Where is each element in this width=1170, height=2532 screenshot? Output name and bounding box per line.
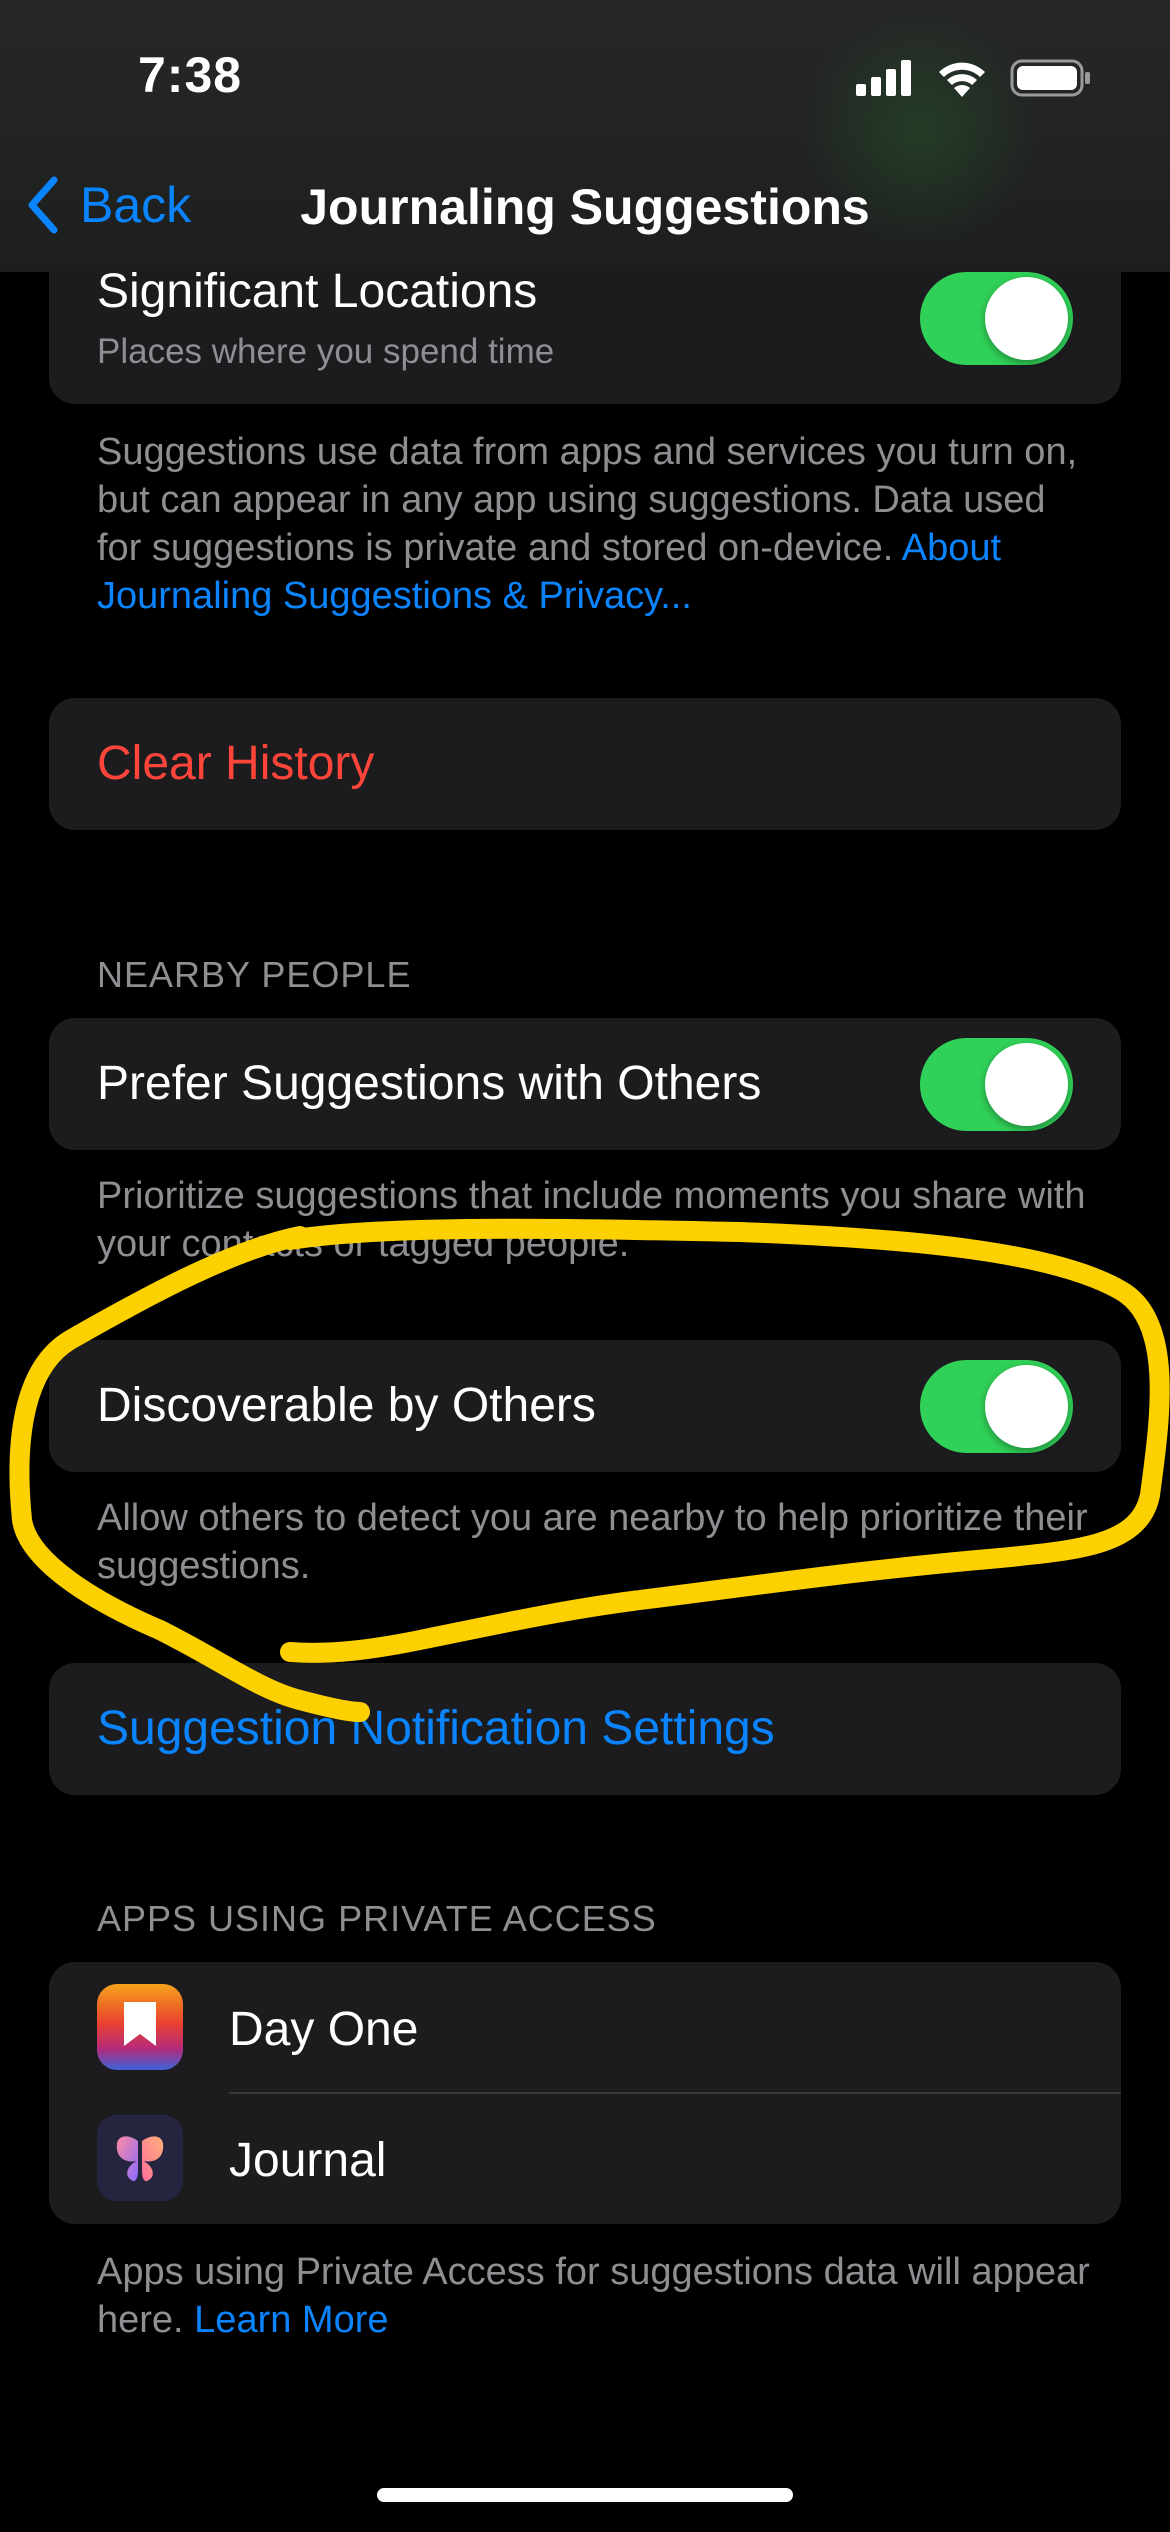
- privacy-footnote: Suggestions use data from apps and servi…: [97, 428, 1097, 620]
- status-time: 7:38: [138, 47, 243, 103]
- discoverable-toggle[interactable]: [920, 1360, 1073, 1453]
- notification-settings-button[interactable]: Suggestion Notification Settings: [49, 1663, 1121, 1795]
- private-access-list: Day One Journal: [49, 1962, 1121, 2224]
- navigation-bar: 7:38 Back Journaling Suggestions: [0, 0, 1170, 272]
- prefer-suggestions-row[interactable]: Prefer Suggestions with Others: [49, 1018, 1121, 1150]
- prefer-suggestions-toggle[interactable]: [920, 1038, 1073, 1131]
- journal-label: Journal: [229, 2134, 387, 2187]
- private-access-footnote: Apps using Private Access for suggestion…: [97, 2248, 1097, 2344]
- clear-history-button[interactable]: Clear History: [49, 698, 1121, 830]
- journal-butterfly-icon: [97, 2115, 183, 2201]
- cellular-signal-icon: [856, 60, 911, 96]
- app-row-journal[interactable]: Journal: [49, 2093, 1121, 2224]
- home-indicator[interactable]: [377, 2488, 793, 2502]
- nearby-people-header: NEARBY PEOPLE: [97, 954, 412, 995]
- battery-icon: [1010, 59, 1090, 97]
- day-one-label: Day One: [229, 2003, 419, 2056]
- clear-history-label: Clear History: [97, 737, 375, 790]
- prefer-suggestions-label: Prefer Suggestions with Others: [97, 1057, 762, 1110]
- learn-more-link[interactable]: Learn More: [194, 2299, 388, 2341]
- day-one-bookmark-icon: [97, 1984, 183, 2070]
- significant-locations-title: Significant Locations: [97, 265, 538, 318]
- discoverable-footnote: Allow others to detect you are nearby to…: [97, 1497, 1088, 1587]
- discoverable-row[interactable]: Discoverable by Others: [49, 1340, 1121, 1472]
- prefer-suggestions-footnote: Prioritize suggestions that include mome…: [97, 1175, 1086, 1265]
- private-access-header: APPS USING PRIVATE ACCESS: [97, 1898, 657, 1939]
- page-title: Journaling Suggestions: [300, 179, 870, 235]
- wifi-icon: [939, 62, 985, 97]
- status-icons: [856, 58, 1092, 98]
- significant-locations-toggle[interactable]: [920, 272, 1073, 365]
- significant-locations-subtitle: Places where you spend time: [97, 332, 555, 371]
- notification-settings-label: Suggestion Notification Settings: [97, 1702, 775, 1755]
- app-row-day-one[interactable]: Day One: [49, 1962, 1121, 2093]
- discoverable-label: Discoverable by Others: [97, 1379, 596, 1432]
